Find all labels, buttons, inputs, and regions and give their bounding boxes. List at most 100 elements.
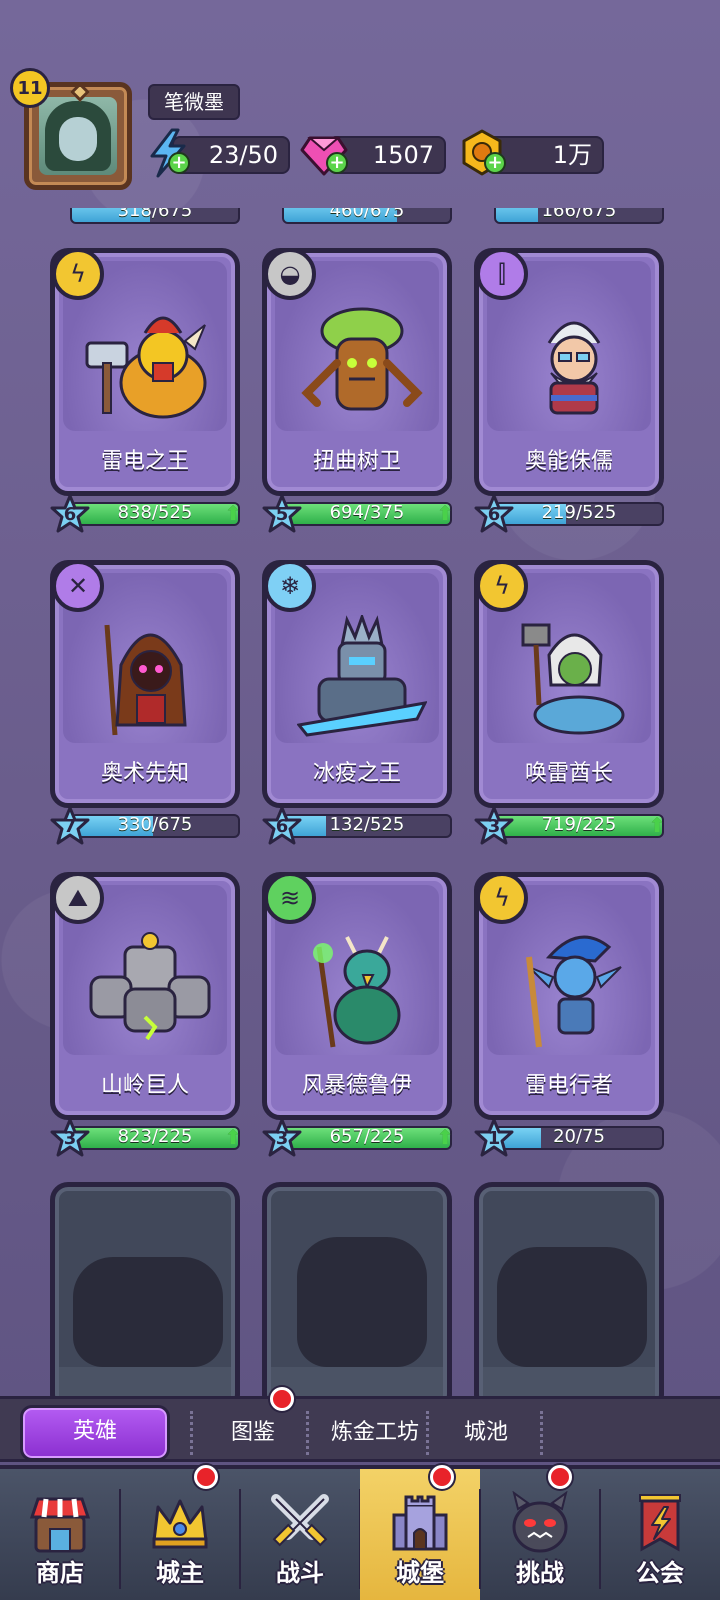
hero-portrait: [526, 935, 622, 1048]
star-level-icon: [262, 806, 302, 845]
lightning-icon: ϟ: [476, 560, 528, 612]
tab-city[interactable]: 城池: [446, 1413, 526, 1453]
hero-portrait: [301, 307, 423, 411]
progress-text: 719/225: [541, 814, 617, 835]
orb-icon: ◒: [264, 248, 316, 300]
hero-progress: 1 20/75: [474, 1118, 664, 1157]
partial-progress-1: 318/675: [50, 208, 240, 226]
hero-progress: 3 657/225 ⬆: [262, 1118, 453, 1157]
hero-name: 雷电行者: [524, 1073, 613, 1098]
rock-icon: ⛰: [52, 872, 104, 924]
nav-castle[interactable]: 城堡: [360, 1465, 480, 1600]
partial-progress-text: 318/675: [117, 208, 193, 221]
progress-text: 694/375: [329, 502, 405, 523]
nav-label: 城堡: [396, 1559, 444, 1587]
hero-progress: 5 694/375 ⬆: [262, 494, 453, 533]
player-name: 笔微墨: [148, 84, 240, 120]
star-level-icon: [262, 1118, 302, 1157]
hero-portrait: [521, 623, 625, 735]
hero-portrait: [85, 316, 207, 419]
partial-progress-3: 166/675: [474, 208, 664, 226]
star-level-icon: [474, 806, 514, 845]
hero-progress: 3 719/225 ⬆: [474, 806, 665, 845]
nav-guild[interactable]: 公会: [600, 1469, 720, 1600]
nav-shop[interactable]: 商店: [0, 1469, 120, 1600]
nav-lord[interactable]: 城主: [120, 1465, 240, 1600]
nav-label: 商店: [36, 1559, 84, 1587]
progress-text: 838/525: [117, 502, 193, 523]
divider: [426, 1411, 430, 1455]
hero-silhouette: [297, 1237, 427, 1367]
hero-progress: 6 838/525 ⬆: [50, 494, 241, 533]
tab-alchemy[interactable]: 炼金工坊: [320, 1413, 430, 1453]
progress-text: 330/675: [117, 814, 193, 835]
castle-subtabs: 英雄 图鉴 炼金工坊 城池: [0, 1387, 720, 1462]
upgrade-arrow-icon[interactable]: ⬆: [222, 502, 244, 524]
progress-text: 219/525: [541, 502, 617, 523]
hero-progress: 6 132/525: [262, 806, 452, 845]
progress-text: 132/525: [329, 814, 405, 835]
notification-dot: [430, 1465, 454, 1489]
add-gems-button[interactable]: +: [326, 152, 348, 174]
crown-icon: [152, 1499, 208, 1549]
upgrade-arrow-icon[interactable]: ⬆: [434, 1126, 456, 1148]
progress-text: 657/225: [329, 1126, 405, 1147]
hero-silhouette: [497, 1247, 647, 1367]
demon-icon: [512, 1491, 568, 1553]
star-level-icon: [474, 1118, 514, 1157]
upgrade-arrow-icon[interactable]: ⬆: [646, 814, 668, 836]
star-level-icon: [50, 494, 90, 533]
lightning-icon: ϟ: [52, 248, 104, 300]
hero-name: 风暴德鲁伊: [301, 1073, 412, 1098]
locked-hero-card[interactable]: [262, 1182, 452, 1396]
energy-value: 23/50: [208, 141, 278, 169]
hero-portrait: [313, 936, 401, 1048]
tab-heroes[interactable]: 英雄: [20, 1405, 170, 1461]
tab-codex[interactable]: 图鉴: [210, 1413, 296, 1453]
progress-text: 823/225: [117, 1126, 193, 1147]
star-level-icon: [262, 494, 302, 533]
nav-label: 挑战: [516, 1559, 564, 1587]
wind-icon: ≋: [264, 872, 316, 924]
hero-portrait: [547, 321, 601, 415]
add-gold-button[interactable]: +: [484, 152, 506, 174]
divider: [540, 1411, 544, 1455]
hero-portrait: [297, 615, 427, 737]
nav-label: 公会: [636, 1559, 684, 1587]
notification-dot: [194, 1465, 218, 1489]
player-header: 11 笔微墨 23/50 + 1507 + 1万 +: [0, 0, 720, 200]
player-level-badge: 11: [10, 68, 50, 108]
nav-label: 战斗: [276, 1559, 324, 1587]
arcane-icon: ⫿: [476, 248, 528, 300]
nav-challenge[interactable]: 挑战: [480, 1465, 600, 1600]
hero-name: 唤雷酋长: [524, 761, 613, 786]
hero-name: 冰疫之王: [312, 761, 401, 786]
upgrade-arrow-icon[interactable]: ⬆: [222, 1126, 244, 1148]
divider: [306, 1411, 310, 1455]
upgrade-arrow-icon[interactable]: ⬆: [434, 502, 456, 524]
add-energy-button[interactable]: +: [168, 152, 190, 174]
hero-progress: 7 330/675: [50, 806, 240, 845]
star-level-icon: [50, 806, 90, 845]
crossed-swords-icon: [271, 1494, 329, 1547]
castle-icon: [392, 1495, 448, 1551]
locked-hero-card[interactable]: [50, 1182, 240, 1396]
hero-progress: 3 823/225 ⬆: [50, 1118, 241, 1157]
partial-progress-text: 460/675: [329, 208, 405, 221]
crossed-staff-icon: ✕: [52, 560, 104, 612]
hero-portrait: [89, 932, 211, 1041]
hero-name: 山岭巨人: [100, 1073, 189, 1098]
hero-progress: 6 219/525: [474, 494, 664, 533]
hero-grid: 318/675 460/675 166/675 雷电之王 ϟ 6 838/525…: [0, 208, 720, 1396]
notification-dot: [548, 1465, 572, 1489]
star-level-icon: [474, 494, 514, 533]
hero-name: 奥能侏儒: [524, 449, 613, 474]
partial-progress-2: 460/675: [262, 208, 452, 226]
hero-name: 雷电之王: [100, 449, 189, 474]
nav-battle[interactable]: 战斗: [240, 1469, 360, 1600]
partial-progress-text: 166/675: [541, 208, 617, 221]
star-level-icon: [50, 1118, 90, 1157]
hero-silhouette: [73, 1257, 223, 1367]
ice-crystal-icon: ❄: [264, 560, 316, 612]
locked-hero-card[interactable]: [474, 1182, 664, 1396]
